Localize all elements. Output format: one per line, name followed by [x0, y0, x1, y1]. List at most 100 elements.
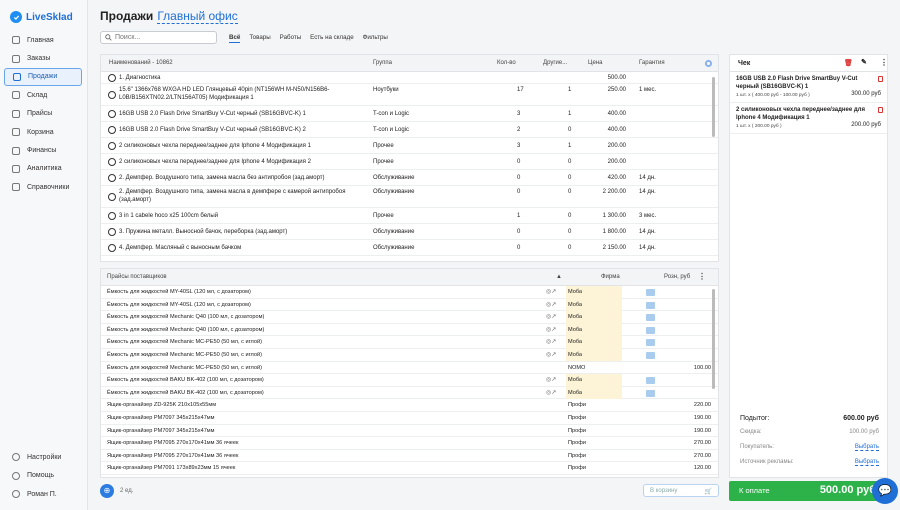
- table-row[interactable]: 4. Демпфер. Масляный с выносным бачком Об…: [101, 240, 718, 256]
- table-row[interactable]: 2 силиконовых чехла переднее/заднее для …: [101, 138, 718, 154]
- col-group[interactable]: Группа: [373, 60, 392, 66]
- sort-arrow-icon[interactable]: ▲: [556, 274, 562, 280]
- tab-4[interactable]: Фильтры: [363, 34, 388, 43]
- sidebar-bottom-item-0[interactable]: Настройки: [4, 448, 82, 467]
- add-cart-icon[interactable]: [646, 351, 655, 359]
- camera-link-icon[interactable]: ◎↗: [546, 351, 556, 358]
- add-cart-icon[interactable]: [646, 314, 655, 322]
- receipt-item[interactable]: 16GB USB 2.0 Flash Drive SmartBuy V-Cut …: [730, 72, 887, 103]
- camera-link-icon[interactable]: ◎↗: [546, 313, 556, 320]
- table-row[interactable]: Ящик-органайзер ZD-925K 210x105x55мм Проф…: [101, 399, 718, 412]
- delete-icon[interactable]: [878, 76, 883, 82]
- suppliers-scrollbar[interactable]: [712, 289, 715, 389]
- table-row[interactable]: Ёмкость для жидкостей Mechanic MC-PE50 (…: [101, 348, 718, 362]
- table-row[interactable]: Ёмкость для жидкостей Mechanic MC-PE50 (…: [101, 362, 718, 375]
- table-row[interactable]: 2. Демпфер. Воздушного типа, замена масл…: [101, 186, 718, 208]
- app-logo[interactable]: LiveSklad: [10, 11, 73, 23]
- product-other: 0: [568, 212, 572, 219]
- col-other[interactable]: Другие...: [543, 60, 567, 66]
- sidebar-item-8[interactable]: Справочники: [4, 178, 82, 196]
- pin-icon[interactable]: ✎: [861, 58, 867, 66]
- receipt-items: 16GB USB 2.0 Flash Drive SmartBuy V-Cut …: [730, 72, 887, 134]
- chat-icon[interactable]: 💬: [872, 478, 898, 504]
- col-warranty[interactable]: Гарантия: [639, 60, 665, 66]
- table-row[interactable]: 2. Демпфер. Воздушного типа, замена масл…: [101, 170, 718, 186]
- supplier-firm: Моба: [566, 323, 622, 337]
- products-scrollbar[interactable]: [712, 77, 715, 137]
- camera-link-icon[interactable]: ◎↗: [546, 301, 556, 308]
- table-row[interactable]: Ящик-органайзер PM7090 128x65x21мм 10 яч…: [101, 475, 718, 477]
- add-cart-icon[interactable]: [646, 301, 655, 309]
- office-selector[interactable]: Главный офис: [157, 9, 238, 24]
- sidebar-item-3[interactable]: Склад: [4, 86, 82, 104]
- table-row[interactable]: Ящик-органайзер PM7097 345x215x47мм Профи…: [101, 425, 718, 438]
- cart-fab-icon[interactable]: ⊕: [100, 484, 114, 498]
- table-row[interactable]: Ёмкость для жидкостей MY-40SL (120 мл, с…: [101, 298, 718, 312]
- sidebar-item-5[interactable]: Корзина: [4, 123, 82, 141]
- search-input[interactable]: [115, 34, 210, 41]
- sidebar-item-label: Прайсы: [27, 110, 53, 118]
- col-name[interactable]: Наименований - 10862: [109, 60, 173, 66]
- table-row[interactable]: 15.6" 1366x768 WXGA HD LED Глянцевый 40p…: [101, 84, 718, 106]
- sidebar-bottom-item-2[interactable]: Роман П.: [4, 485, 82, 504]
- table-row[interactable]: Ящик-органайзер PM7097 345x215x47мм Профи…: [101, 412, 718, 425]
- add-cart-icon[interactable]: [646, 389, 655, 397]
- table-row[interactable]: Ёмкость для жидкостей Mechanic Q40 (100 …: [101, 311, 718, 324]
- choose-buyer-link[interactable]: Выбрать: [854, 444, 879, 451]
- table-row[interactable]: 3. Пружина металл. Выносной бачок, переб…: [101, 224, 718, 240]
- gear-icon: [108, 193, 116, 201]
- col-price[interactable]: Цена: [588, 60, 602, 66]
- table-row[interactable]: 1. Диагностика 500.00: [101, 72, 718, 84]
- camera-link-icon[interactable]: ◎↗: [546, 389, 556, 396]
- tab-3[interactable]: Есть на складе: [310, 34, 353, 43]
- table-row[interactable]: 3 in 1 cabele hoco x25 100cm белый Прочее…: [101, 208, 718, 224]
- search-box[interactable]: [100, 31, 217, 44]
- pay-button[interactable]: К оплате 500.00 руб: [729, 481, 888, 501]
- choose-ad-source-link[interactable]: Выбрать: [854, 459, 879, 466]
- table-row[interactable]: Ёмкость для жидкостей Mechanic MC-PE50 (…: [101, 336, 718, 349]
- add-to-cart-label: В корзину: [650, 488, 678, 494]
- table-row[interactable]: Ёмкость для жидкостей Mechanic Q40 (100 …: [101, 323, 718, 337]
- table-row[interactable]: 2 силиконовых чехла переднее/заднее для …: [101, 154, 718, 170]
- delete-icon[interactable]: [878, 107, 883, 113]
- tab-2[interactable]: Работы: [280, 34, 302, 43]
- col-retail-price[interactable]: Розн, руб: [664, 274, 690, 280]
- table-row[interactable]: Ящик-органайзер PM7095 270x170x41мм 36 я…: [101, 437, 718, 450]
- receipt-more-icon[interactable]: ⋮: [880, 58, 888, 67]
- table-row[interactable]: Ёмкость для жидкостей BAKU BK-402 (100 м…: [101, 374, 718, 387]
- add-to-cart-button[interactable]: В корзину 🛒: [643, 484, 719, 497]
- tab-0[interactable]: Всё: [229, 34, 241, 43]
- more-icon[interactable]: ⋮: [698, 272, 706, 281]
- table-row[interactable]: Ёмкость для жидкостей BAKU BK-402 (100 м…: [101, 386, 718, 400]
- col-supplier-name[interactable]: Прайсы поставщиков: [107, 274, 167, 280]
- trash-icon[interactable]: 🗑: [844, 59, 853, 67]
- table-row[interactable]: 16GB USB 2.0 Flash Drive SmartBuy V-Cut …: [101, 122, 718, 138]
- sidebar-item-0[interactable]: Главная: [4, 31, 82, 49]
- table-row[interactable]: Ёмкость для жидкостей MY-40SL (120 мл, с…: [101, 286, 718, 299]
- camera-link-icon[interactable]: ◎↗: [546, 326, 556, 333]
- sidebar-item-2[interactable]: Продажи: [4, 67, 82, 87]
- sidebar-item-6[interactable]: Финансы: [4, 141, 82, 159]
- add-cart-icon[interactable]: [646, 289, 655, 296]
- camera-link-icon[interactable]: ◎↗: [546, 338, 556, 345]
- sidebar-item-1[interactable]: Заказы: [4, 49, 82, 67]
- sidebar-bottom-item-1[interactable]: Помощь: [4, 467, 82, 486]
- sidebar-bottom-label: Помощь: [27, 472, 55, 480]
- col-firm[interactable]: Фирма: [601, 274, 620, 280]
- sidebar-item-7[interactable]: Аналитика: [4, 160, 82, 178]
- gear-icon: [108, 228, 116, 236]
- camera-link-icon[interactable]: ◎↗: [546, 288, 556, 295]
- table-settings-icon[interactable]: [704, 59, 713, 68]
- col-qty[interactable]: Кол-во: [497, 60, 516, 66]
- add-cart-icon[interactable]: [646, 326, 655, 334]
- add-cart-icon[interactable]: [646, 377, 655, 385]
- table-row[interactable]: 16GB USB 2.0 Flash Drive SmartBuy V-Cut …: [101, 106, 718, 122]
- tab-1[interactable]: Товары: [249, 34, 270, 43]
- product-price: 400.00: [607, 126, 626, 133]
- camera-link-icon[interactable]: ◎↗: [546, 376, 556, 383]
- sidebar-item-4[interactable]: Прайсы: [4, 105, 82, 123]
- table-row[interactable]: Ящик-органайзер PM7091 173x89x23мм 15 яч…: [101, 462, 718, 475]
- add-cart-icon[interactable]: [646, 339, 655, 347]
- receipt-item[interactable]: 2 силиконовых чехла переднее/заднее для …: [730, 103, 887, 134]
- table-row[interactable]: Ящик-органайзер PM7095 270x170x41мм 36 я…: [101, 450, 718, 463]
